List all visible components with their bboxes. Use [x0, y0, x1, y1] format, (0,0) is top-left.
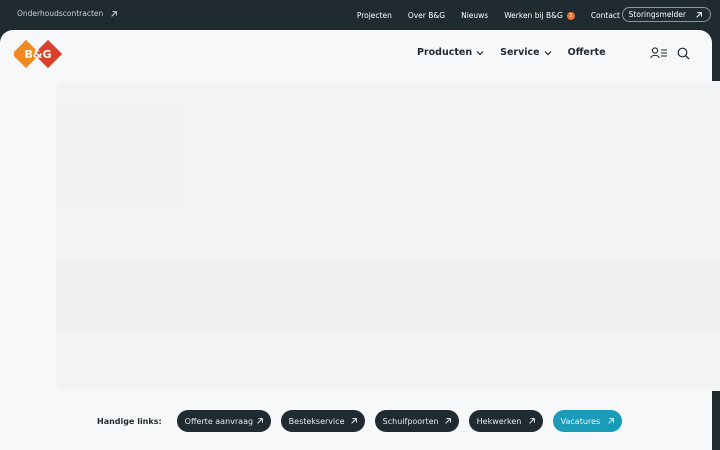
chevron-down-icon [476, 50, 484, 55]
quick-link-hekwerken[interactable]: Hekwerken [468, 410, 543, 432]
top-nav-over-bg[interactable]: Over B&G [408, 11, 445, 20]
arrow-up-right-icon [444, 418, 451, 424]
main-panel: B&G Producten Service Offerte Handige li… [0, 30, 720, 450]
bg-logo[interactable]: B&G [14, 39, 62, 69]
user-menu-icon[interactable] [650, 47, 668, 59]
search-icon[interactable] [677, 47, 690, 60]
top-nav-label: Over B&G [407, 11, 446, 20]
top-nav-label: Werken bij B&G [504, 11, 563, 20]
top-nav-werken-bij[interactable]: Werken bij B&G 1 [504, 11, 575, 20]
quick-link-vacatures[interactable]: Vacatures [552, 410, 622, 432]
onderhoudscontracten-label: Onderhoudscontracten [17, 9, 104, 18]
quick-links: Handige links: Offerte aanvraag Bestekse… [97, 410, 622, 432]
quick-link-label: Hekwerken [476, 416, 522, 426]
storingsmelder-button[interactable]: Storingsmelder [621, 7, 711, 22]
nav-producten[interactable]: Producten [417, 47, 484, 58]
quick-link-label: Vacatures [560, 416, 601, 426]
quick-link-offerte-aanvraag[interactable]: Offerte aanvraag [176, 410, 271, 432]
quick-link-bestekservice[interactable]: Bestekservice [280, 410, 365, 432]
quick-link-label: Schuifpoorten [382, 416, 439, 426]
top-bar: Onderhoudscontracten Projecten Over B&G … [0, 0, 720, 31]
hero-band [56, 262, 720, 330]
top-nav-nieuws[interactable]: Nieuws [461, 11, 488, 20]
arrow-up-right-icon [607, 418, 614, 424]
top-nav-label: Contact [590, 11, 620, 20]
nav-label: Service [500, 47, 540, 58]
quick-link-label: Bestekservice [288, 416, 345, 426]
logo-text: B&G [24, 48, 51, 61]
arrow-up-right-icon [528, 418, 535, 424]
top-nav: Projecten Over B&G Nieuws Werken bij B&G… [357, 11, 620, 20]
arrow-up-right-icon [111, 10, 118, 17]
quick-links-label: Handige links: [97, 416, 162, 426]
top-nav-projecten[interactable]: Projecten [357, 11, 392, 20]
top-nav-label: Nieuws [461, 11, 489, 20]
hero-image-placeholder [56, 103, 184, 209]
nav-label: Producten [417, 47, 473, 58]
nav-label: Offerte [567, 47, 606, 58]
storingsmelder-label: Storingsmelder [628, 10, 686, 19]
top-nav-label: Projecten [356, 11, 392, 20]
nav-service[interactable]: Service [500, 47, 552, 58]
arrow-up-right-icon [350, 418, 357, 424]
nav-offerte[interactable]: Offerte [568, 47, 606, 58]
onderhoudscontracten-link[interactable]: Onderhoudscontracten [17, 9, 118, 18]
top-nav-contact[interactable]: Contact [591, 11, 620, 20]
arrow-up-right-icon [256, 418, 263, 424]
hero-placeholder [56, 81, 720, 391]
quick-link-schuifpoorten[interactable]: Schuifpoorten [374, 410, 459, 432]
main-nav: Producten Service Offerte [417, 47, 606, 58]
arrow-up-right-icon [696, 11, 702, 18]
quick-link-label: Offerte aanvraag [184, 416, 254, 426]
chevron-down-icon [544, 50, 552, 55]
notification-badge: 1 [566, 11, 575, 20]
